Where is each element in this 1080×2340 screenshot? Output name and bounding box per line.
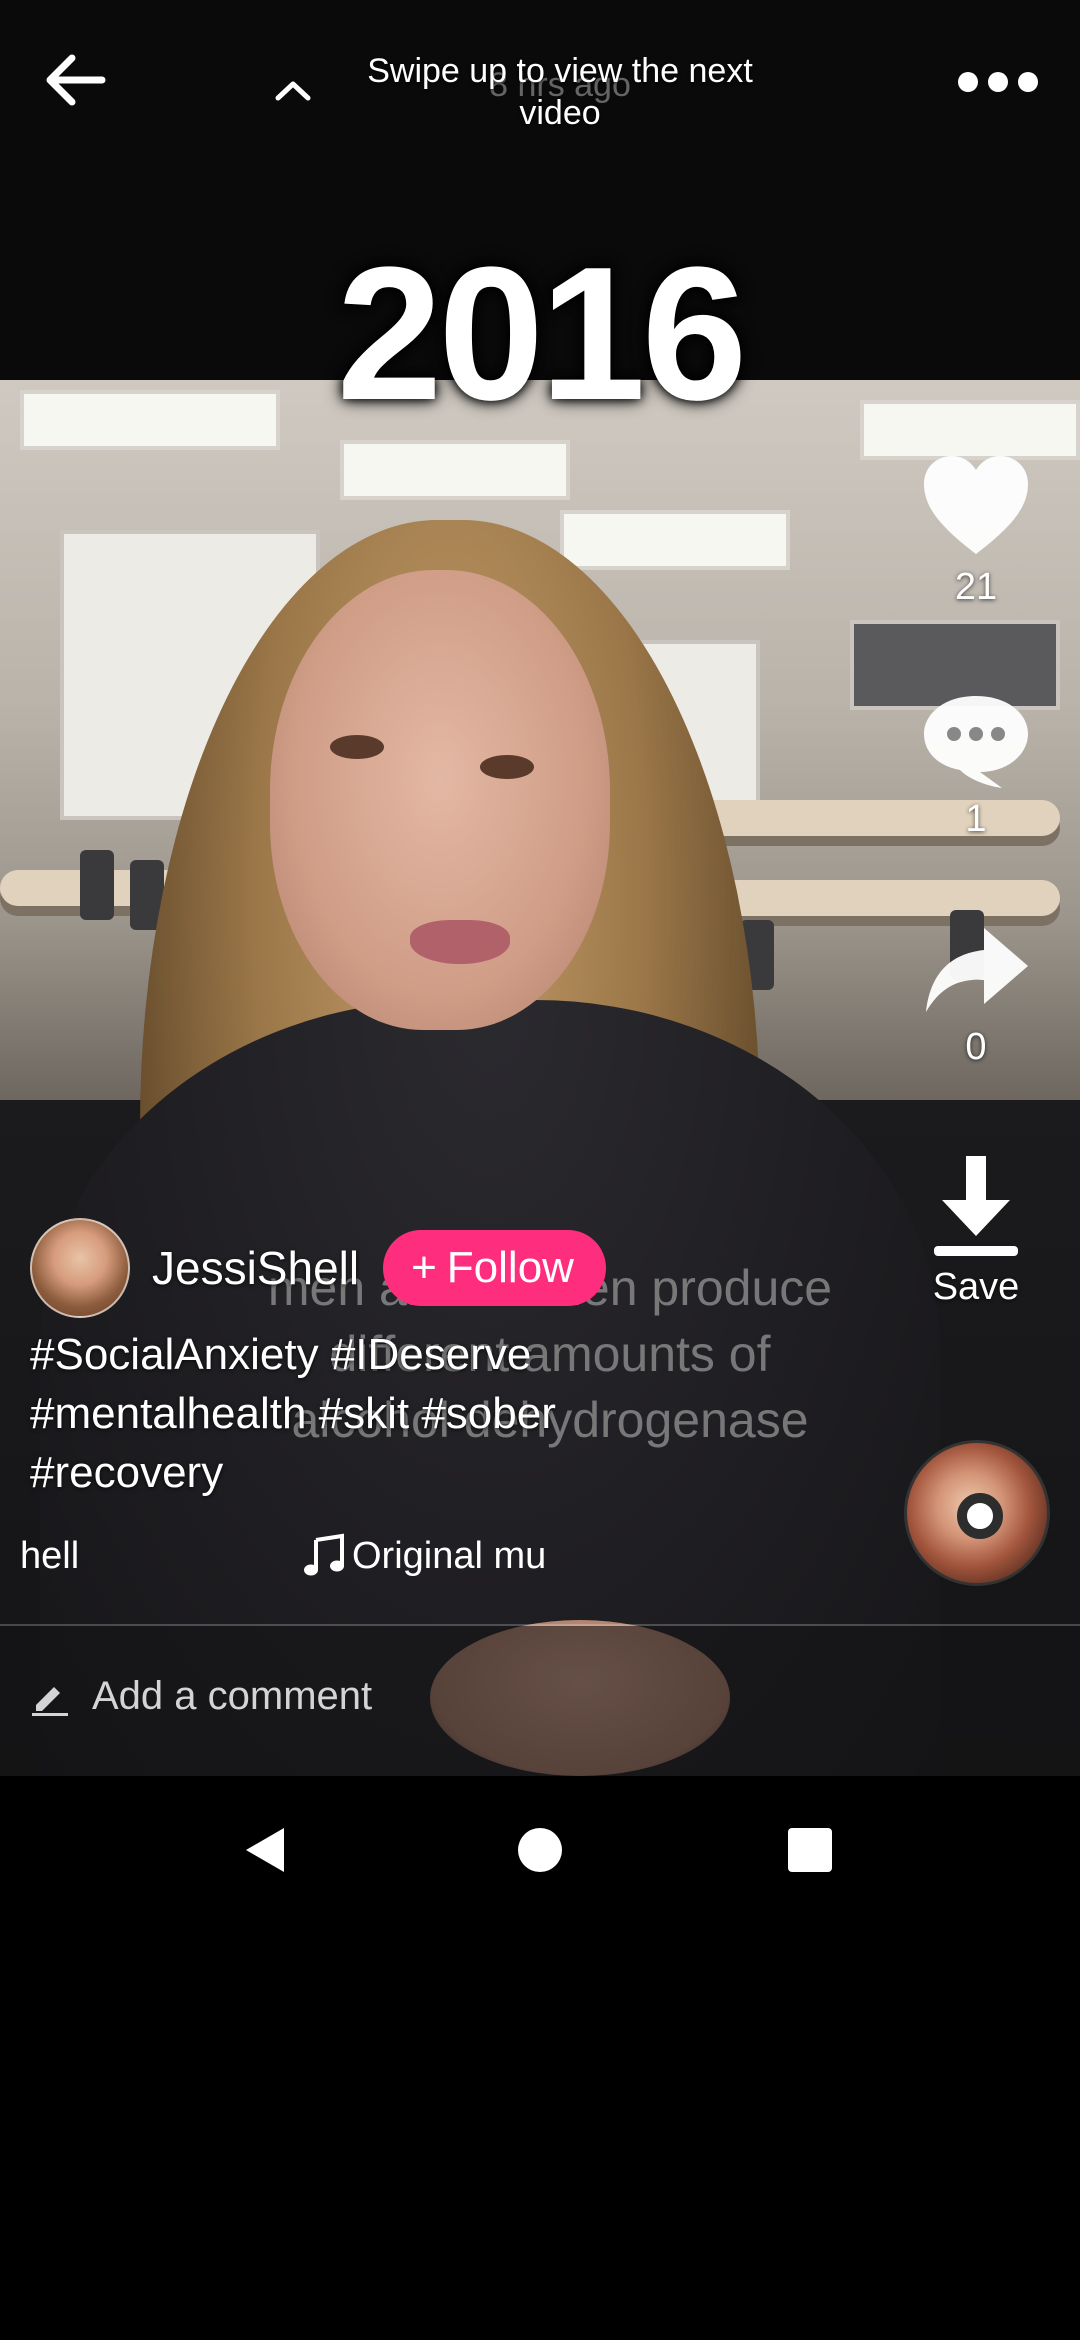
eye (330, 735, 384, 759)
nav-back-button[interactable] (238, 1820, 298, 1880)
description-line: #SocialAnxiety #IDeserve (30, 1330, 532, 1379)
video-feed-screen: 2016 men and women produce different amo… (0, 0, 1080, 2340)
heart-icon (924, 456, 1028, 554)
comment-input[interactable]: Add a comment (30, 1674, 372, 1719)
follow-label: Follow (446, 1243, 574, 1292)
music-disc[interactable] (904, 1440, 1050, 1586)
music-author-text: hell (20, 1535, 80, 1577)
comment-placeholder: Add a comment (92, 1674, 373, 1718)
nav-recents-button[interactable] (780, 1820, 840, 1880)
ceiling-light (340, 440, 570, 500)
save-button[interactable]: Save (900, 1150, 1052, 1309)
plus-icon: + (411, 1243, 437, 1292)
avatar[interactable] (30, 1218, 130, 1318)
description-line: #recovery (30, 1448, 224, 1497)
back-button[interactable] (36, 40, 116, 120)
more-options-button[interactable] (952, 62, 1044, 102)
nav-home-icon (518, 1828, 562, 1872)
music-note-icon (304, 1533, 344, 1576)
swipe-hint: Swipe up to view the next video (367, 52, 753, 132)
system-nav-bar (0, 1776, 1080, 1920)
video-description[interactable]: #SocialAnxiety #IDeserve #mentalhealth #… (30, 1325, 650, 1502)
top-bar: 8 hrs ago Swipe up to view the next vide… (0, 0, 1080, 170)
comment-bubble-icon (924, 696, 1028, 788)
chair (80, 850, 114, 920)
share-count: 0 (965, 1026, 987, 1068)
pencil-icon (32, 1686, 68, 1716)
comment-bar[interactable]: Add a comment (0, 1626, 1080, 1776)
nav-home-button[interactable] (510, 1820, 570, 1880)
chevron-up-icon (268, 70, 318, 110)
music-title-text: Original mu (352, 1535, 547, 1577)
nav-recents-icon (788, 1828, 832, 1872)
share-button[interactable]: 0 (900, 920, 1052, 1069)
music-title: Original mu (300, 1528, 546, 1584)
follow-button[interactable]: + Follow (383, 1230, 606, 1306)
eye (480, 755, 534, 779)
more-dots-icon (958, 72, 1038, 92)
comment-button[interactable]: 1 (900, 688, 1052, 841)
ceiling-light (560, 510, 790, 570)
share-arrow-icon (926, 928, 1028, 1012)
description-line: #mentalhealth #skit #sober (30, 1389, 556, 1438)
author-row: JessiShell + Follow (30, 1218, 606, 1318)
music-marquee[interactable]: hell Original mu (0, 1528, 600, 1588)
arrow-left-icon (46, 54, 106, 106)
nav-back-icon (246, 1828, 284, 1872)
like-count: 21 (954, 566, 998, 608)
author-username[interactable]: JessiShell (152, 1241, 359, 1295)
save-label: Save (932, 1266, 1020, 1308)
comment-count: 1 (965, 798, 987, 840)
mouth (410, 920, 510, 964)
video-overlay-year: 2016 (336, 228, 748, 440)
like-button[interactable]: 21 (900, 450, 1052, 609)
download-icon (934, 1156, 1018, 1256)
disc-center (957, 1493, 1003, 1539)
